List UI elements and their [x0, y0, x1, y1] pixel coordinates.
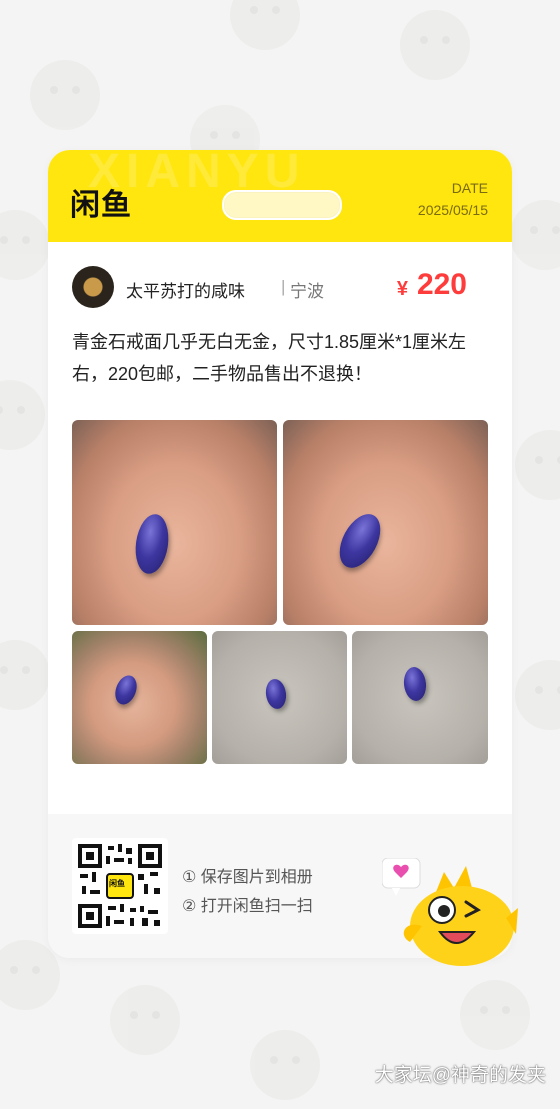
- product-photo-2[interactable]: [283, 420, 488, 625]
- bg-emoji: [0, 210, 50, 280]
- bg-emoji: [30, 60, 100, 130]
- qr-center-label: 闲鱼: [109, 879, 125, 888]
- product-photo-3[interactable]: [72, 631, 207, 764]
- forum-watermark: 大家坛@神奇的发夹: [374, 1065, 546, 1086]
- seller-row[interactable]: 太平苏打的咸味 | 宁波 ¥ 220: [72, 266, 492, 308]
- price-currency: ¥: [396, 278, 408, 300]
- product-photo-4[interactable]: [212, 631, 347, 764]
- stone: [402, 665, 428, 703]
- stone: [111, 672, 141, 708]
- stone: [131, 512, 173, 576]
- stone: [264, 677, 288, 711]
- qr-code[interactable]: 闲鱼: [72, 838, 168, 934]
- stone: [331, 507, 389, 575]
- price-value: 220: [416, 268, 467, 301]
- bg-emoji: [510, 200, 560, 270]
- seller-city: 宁波: [290, 282, 324, 301]
- bg-emoji: [0, 380, 45, 450]
- seller-name[interactable]: 太平苏打的咸味: [126, 277, 245, 302]
- bg-emoji: [515, 430, 560, 500]
- card-header: XIANYU 闲鱼 DATE 2025/05/15: [48, 150, 512, 242]
- bg-emoji: [460, 980, 530, 1050]
- xianyu-logo: 闲鱼: [70, 189, 132, 222]
- separator: |: [281, 277, 286, 296]
- bg-emoji: [230, 0, 300, 50]
- avatar[interactable]: [72, 266, 114, 308]
- product-photo-5[interactable]: [352, 631, 488, 764]
- product-photo-1[interactable]: [72, 420, 277, 625]
- date-value: 2025/05/15: [417, 202, 488, 218]
- bg-emoji: [400, 10, 470, 80]
- share-card: XIANYU 闲鱼 DATE 2025/05/15 太平苏打的咸味 | 宁波 ¥…: [48, 150, 512, 958]
- bg-emoji: [0, 640, 50, 710]
- instruction-scan: ② 打开闲鱼扫一扫: [182, 898, 313, 915]
- instruction-save: ① 保存图片到相册: [182, 869, 313, 886]
- mascot-fish-icon: [382, 858, 518, 966]
- bg-emoji: [250, 1030, 320, 1100]
- item-description: 青金石戒面几乎无白无金，尺寸1.85厘米*1厘米左右，220包邮，二手物品售出不…: [72, 332, 467, 384]
- bg-emoji: [515, 660, 560, 730]
- card-handle: [222, 190, 342, 220]
- bg-emoji: [110, 985, 180, 1055]
- date-label: DATE: [451, 180, 488, 196]
